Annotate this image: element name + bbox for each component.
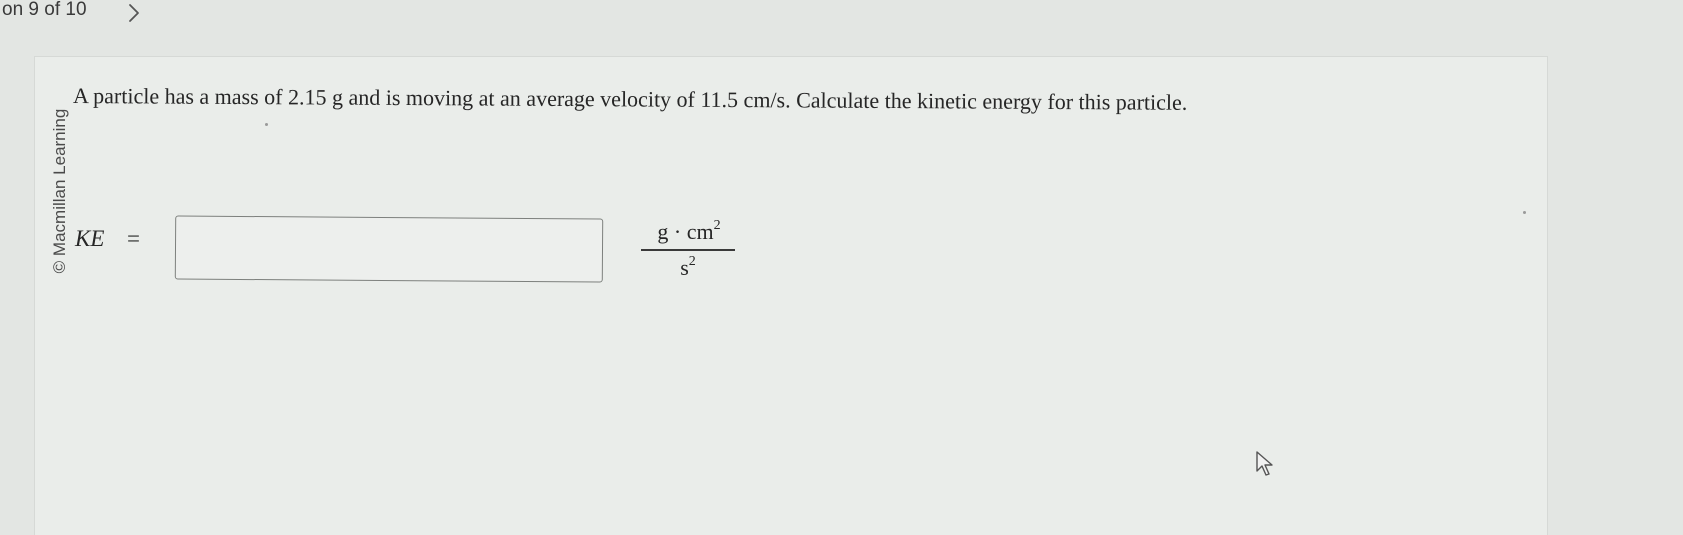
stray-mark	[265, 123, 268, 126]
equals-sign: =	[127, 226, 140, 251]
fraction-bar	[641, 249, 735, 251]
top-navigation: on 9 of 10	[0, 0, 1683, 46]
question-prompt: A particle has a mass of 2.15 g and is m…	[72, 83, 1188, 115]
mouse-pointer-icon	[1253, 449, 1277, 479]
unit-numerator-base: g · cm	[657, 219, 714, 244]
copyright-text: © Macmillan Learning	[50, 108, 69, 274]
unit-numerator-exponent: 2	[713, 218, 721, 233]
unit-denominator: s2	[641, 255, 735, 281]
answer-unit: g · cm2 s2	[641, 219, 737, 297]
question-counter: on 9 of 10	[2, 0, 87, 20]
stray-mark	[1523, 211, 1526, 214]
unit-denominator-exponent: 2	[688, 254, 696, 269]
copyright-notice: © Macmillan Learning	[47, 79, 73, 304]
question-card: © Macmillan Learning A particle has a ma…	[34, 56, 1548, 535]
next-question-chevron-icon[interactable]	[124, 2, 144, 24]
answer-label: KE	[75, 226, 105, 251]
answer-input[interactable]	[174, 215, 604, 283]
unit-numerator: g · cm2	[643, 219, 735, 245]
unit-denominator-base: s	[680, 255, 689, 280]
